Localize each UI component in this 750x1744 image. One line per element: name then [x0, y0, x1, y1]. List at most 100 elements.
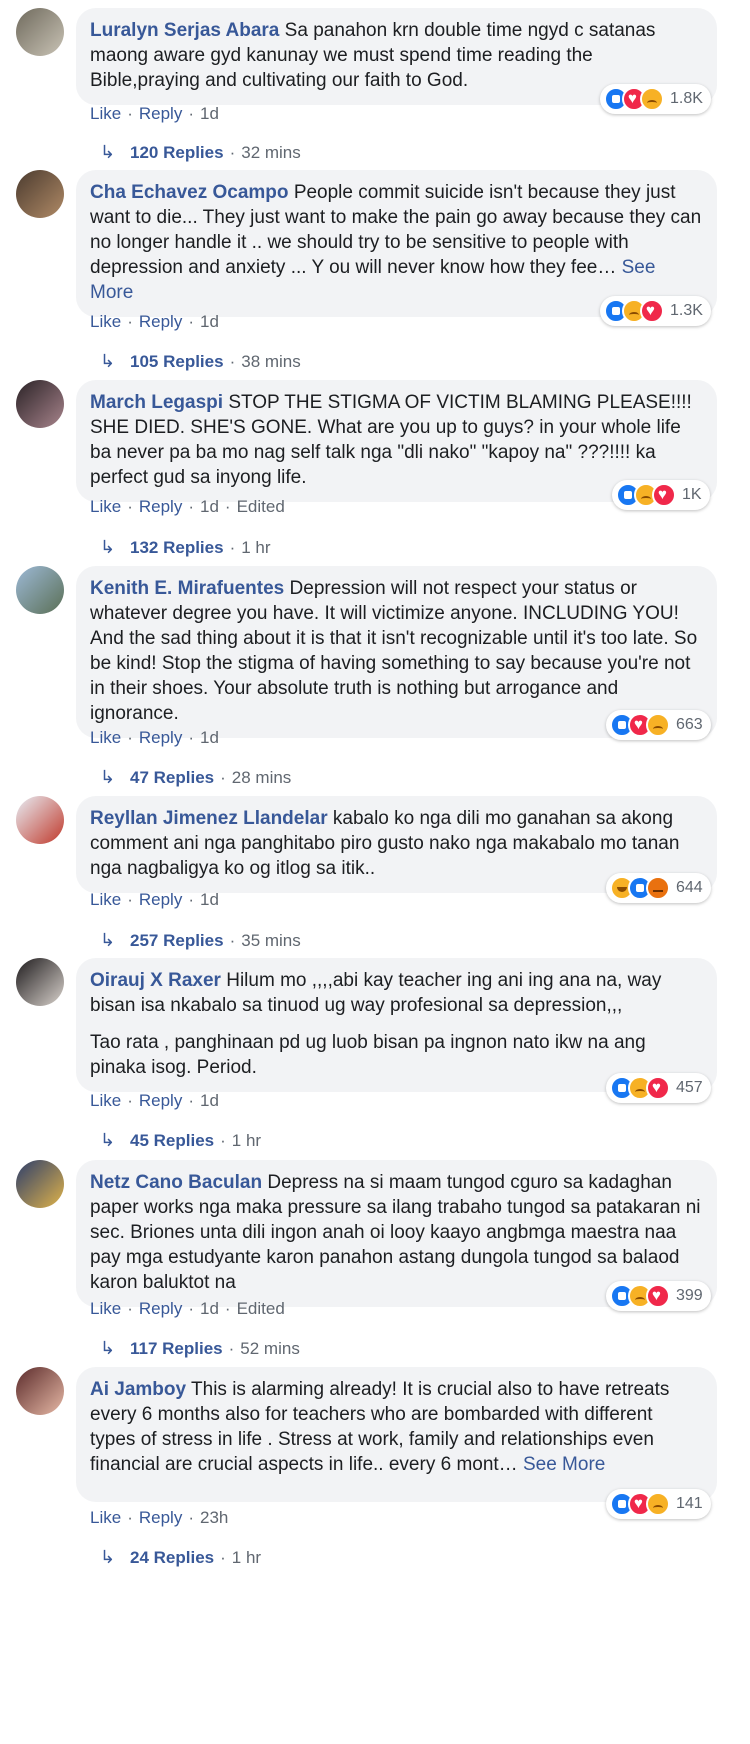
separator: ·	[127, 1508, 133, 1527]
comment-timestamp[interactable]: 1d	[200, 890, 219, 910]
reply-button[interactable]: Reply	[139, 1299, 182, 1319]
comment-author[interactable]: Ai Jamboy	[90, 1379, 186, 1400]
separator: ·	[188, 1508, 194, 1527]
edited-label[interactable]: Edited	[237, 1299, 285, 1319]
separator: ·	[188, 497, 194, 516]
comment-author[interactable]: Oirauj X Raxer	[90, 970, 221, 991]
replies-count-label[interactable]: 45 Replies	[130, 1131, 214, 1151]
comment-actions: Like · Reply · 1d	[90, 104, 219, 124]
like-button[interactable]: Like	[90, 497, 121, 517]
reactions-summary[interactable]: 457	[606, 1073, 711, 1103]
comment-actions: Like · Reply · 1d	[90, 1091, 219, 1111]
comment-author[interactable]: Netz Cano Baculan	[90, 1172, 262, 1193]
like-button[interactable]: Like	[90, 312, 121, 332]
view-replies-link[interactable]: ↳ 120 Replies · 32 mins	[100, 142, 301, 163]
edited-label[interactable]: Edited	[237, 497, 285, 517]
comment: Ai Jamboy This is alarming already! It i…	[0, 1367, 750, 1577]
separator: ·	[127, 728, 133, 747]
reply-button[interactable]: Reply	[139, 497, 182, 517]
like-button[interactable]: Like	[90, 1091, 121, 1111]
separator: ·	[229, 537, 236, 557]
love-reaction-icon	[640, 299, 664, 323]
replies-count-label[interactable]: 257 Replies	[130, 931, 224, 951]
reply-button[interactable]: Reply	[139, 104, 182, 124]
view-replies-link[interactable]: ↳ 117 Replies · 52 mins	[100, 1338, 300, 1359]
comment-text: Depression will not respect your status …	[90, 578, 698, 724]
reactions-summary[interactable]: 663	[606, 710, 711, 740]
avatar[interactable]	[16, 796, 64, 844]
reply-button[interactable]: Reply	[139, 728, 182, 748]
reactions-summary[interactable]: 1K	[612, 480, 710, 510]
reply-button[interactable]: Reply	[139, 312, 182, 332]
view-replies-link[interactable]: ↳ 105 Replies · 38 mins	[100, 351, 301, 372]
reaction-icons	[604, 299, 664, 323]
like-button[interactable]: Like	[90, 104, 121, 124]
like-button[interactable]: Like	[90, 1299, 121, 1319]
reply-button[interactable]: Reply	[139, 890, 182, 910]
like-button[interactable]: Like	[90, 728, 121, 748]
reply-arrow-icon: ↳	[100, 767, 116, 787]
comment-paragraph: Netz Cano Baculan Depress na si maam tun…	[90, 1170, 703, 1295]
avatar[interactable]	[16, 1160, 64, 1208]
comment-timestamp[interactable]: 1d	[200, 312, 219, 332]
view-replies-link[interactable]: ↳ 132 Replies · 1 hr	[100, 537, 271, 558]
view-replies-link[interactable]: ↳ 257 Replies · 35 mins	[100, 930, 301, 951]
replies-count-label[interactable]: 120 Replies	[130, 143, 224, 163]
reaction-icons	[610, 713, 670, 737]
like-button[interactable]: Like	[90, 1508, 121, 1528]
replies-time: 32 mins	[241, 142, 301, 162]
separator: ·	[220, 1547, 226, 1567]
comment-timestamp[interactable]: 1d	[200, 1091, 219, 1111]
replies-time: 28 mins	[231, 767, 292, 787]
comment-author[interactable]: Cha Echavez Ocampo	[90, 182, 289, 203]
avatar[interactable]	[16, 566, 64, 614]
reply-arrow-icon: ↳	[100, 1338, 116, 1358]
replies-count-label[interactable]: 117 Replies	[130, 1339, 223, 1359]
see-more-link[interactable]: See More	[523, 1454, 605, 1475]
avatar[interactable]	[16, 1367, 64, 1415]
reply-arrow-icon: ↳	[100, 351, 116, 371]
reactions-summary[interactable]: 644	[606, 873, 711, 903]
reactions-summary[interactable]: 399	[606, 1281, 711, 1311]
comment-author[interactable]: Luralyn Serjas Abara	[90, 20, 279, 41]
replies-count-label[interactable]: 47 Replies	[130, 768, 214, 788]
like-button[interactable]: Like	[90, 890, 121, 910]
separator: ·	[224, 497, 231, 516]
reaction-count: 644	[676, 879, 703, 896]
comment-author[interactable]: Reyllan Jimenez Llandelar	[90, 808, 328, 829]
comment-text: Tao rata , panghinaan pd ug luob bisan p…	[90, 1032, 646, 1078]
comment-timestamp[interactable]: 1d	[200, 104, 219, 124]
separator: ·	[188, 1091, 194, 1110]
replies-time: 1 hr	[231, 1547, 262, 1567]
avatar[interactable]	[16, 8, 64, 56]
view-replies-link[interactable]: ↳ 47 Replies · 28 mins	[100, 767, 291, 788]
reply-arrow-icon: ↳	[100, 142, 116, 162]
comment-timestamp[interactable]: 1d	[200, 728, 219, 748]
replies-count-label[interactable]: 132 Replies	[130, 538, 224, 558]
avatar[interactable]	[16, 380, 64, 428]
replies-time: 35 mins	[241, 930, 301, 950]
reply-button[interactable]: Reply	[139, 1508, 182, 1528]
view-replies-link[interactable]: ↳ 24 Replies · 1 hr	[100, 1547, 261, 1568]
replies-count-label[interactable]: 105 Replies	[130, 352, 224, 372]
comment-paragraph: Kenith E. Mirafuentes Depression will no…	[90, 576, 703, 726]
reactions-summary[interactable]: 141	[606, 1489, 711, 1519]
avatar[interactable]	[16, 958, 64, 1006]
comment-timestamp[interactable]: 1d	[200, 1299, 219, 1319]
reactions-summary[interactable]: 1.8K	[600, 84, 711, 114]
separator: ·	[127, 1299, 133, 1318]
comment-timestamp[interactable]: 23h	[200, 1508, 228, 1528]
reply-button[interactable]: Reply	[139, 1091, 182, 1111]
replies-count-label[interactable]: 24 Replies	[130, 1548, 214, 1568]
comment-author[interactable]: March Legaspi	[90, 392, 223, 413]
comment-timestamp[interactable]: 1d	[200, 497, 219, 517]
replies-time: 38 mins	[241, 351, 301, 371]
comment-author[interactable]: Kenith E. Mirafuentes	[90, 578, 284, 599]
view-replies-link[interactable]: ↳ 45 Replies · 1 hr	[100, 1130, 261, 1151]
comment: Netz Cano Baculan Depress na si maam tun…	[0, 1160, 750, 1368]
comment-actions: Like · Reply · 1d	[90, 890, 219, 910]
reactions-summary[interactable]: 1.3K	[600, 296, 711, 326]
sad-reaction-icon	[646, 713, 670, 737]
avatar[interactable]	[16, 170, 64, 218]
separator: ·	[127, 1091, 133, 1110]
